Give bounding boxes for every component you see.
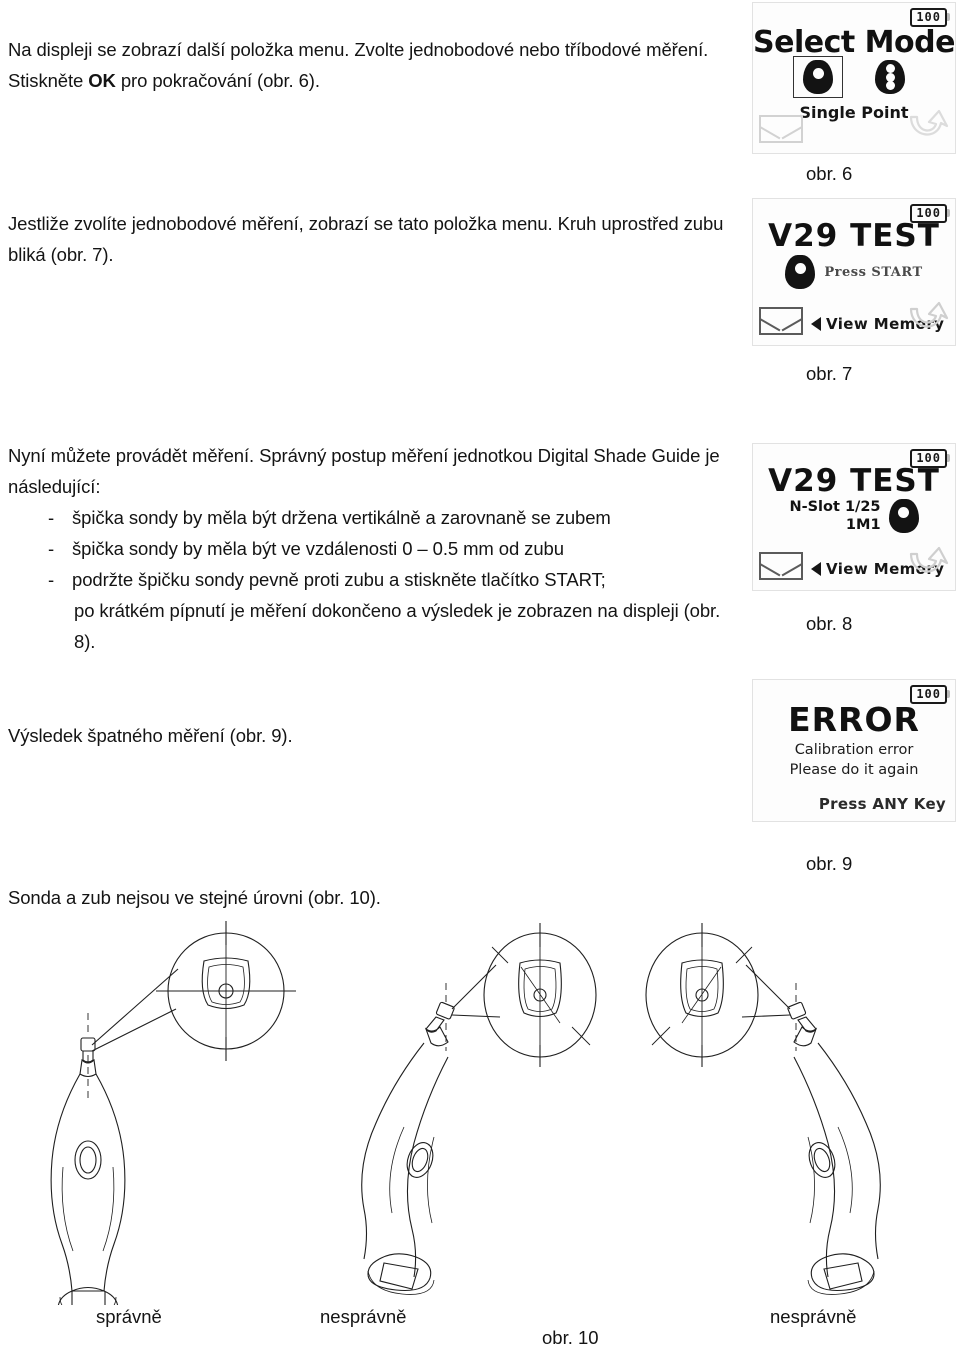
figure-7-lcd-screen: 100 V29 TEST Press START View Memory <box>752 198 956 346</box>
paragraph-2: Jestliže zvolíte jednobodové měření, zob… <box>8 213 724 265</box>
lcd-title: V29 TEST <box>768 218 940 254</box>
lcd-title: ERROR <box>788 700 920 739</box>
error-message-line-1: Calibration error <box>794 742 914 758</box>
figure-9-caption: obr. 9 <box>806 853 853 874</box>
slot-line-1: N-Slot 1/25 <box>789 499 881 515</box>
probe-drawing-correct <box>50 921 296 1305</box>
paragraph-1-text-b: pro pokračování (obr. 6). <box>115 70 320 91</box>
error-message-line-2: Please do it again <box>789 762 919 778</box>
lcd-title: Select Mode <box>753 25 955 60</box>
three-point-option <box>865 56 915 98</box>
list-item: - špička sondy by měla být ve vzdálenost… <box>8 533 724 564</box>
tooth-hole <box>898 507 910 518</box>
list-item-line-1: špička sondy by měla být ve vzdálenosti … <box>72 538 564 559</box>
tooth-hole <box>794 263 806 274</box>
measurement-steps-list: - špička sondy by měla být držena vertik… <box>8 502 724 657</box>
tooth-hole <box>812 68 824 79</box>
list-item-line-1: podržte špičku sondy pevně proti zubu a … <box>72 569 606 590</box>
paragraph-3: Nyní můžete provádět měření. Správný pos… <box>8 440 724 657</box>
envelope-icon <box>759 115 803 143</box>
tooth-hole <box>885 64 895 73</box>
figure-10-caption: obr. 10 <box>542 1327 599 1348</box>
lcd-footer: View Memory <box>759 301 951 339</box>
figure-10-label-incorrect-2: nesprávně <box>770 1306 857 1327</box>
figure-7-caption: obr. 7 <box>806 363 853 384</box>
return-arrow-icon <box>909 546 949 573</box>
press-any-key-label: Press ANY Key <box>818 795 946 813</box>
paragraph-1-bold-ok: OK <box>88 70 116 91</box>
list-item-line-1: špička sondy by měla být držena vertikál… <box>72 507 611 528</box>
lcd-title: V29 TEST <box>768 463 940 499</box>
figure-8-lcd-screen: 100 V29 TEST N-Slot 1/25 1M1 View Memory <box>752 443 956 591</box>
slot-line-2: 1M1 <box>845 517 881 533</box>
mode-selection-row <box>753 56 955 98</box>
probe-drawing-incorrect-1 <box>361 923 597 1295</box>
bullet-dash: - <box>48 507 55 528</box>
triangle-left-icon <box>811 317 821 331</box>
figure-10-probe-illustrations <box>50 921 881 1305</box>
triangle-left-icon <box>811 562 821 576</box>
press-start-row: Press START <box>753 255 955 289</box>
single-point-tooth-icon <box>785 255 816 289</box>
probe-drawing-incorrect-2 <box>645 923 881 1295</box>
list-item: - podržte špičku sondy pevně proti zubu … <box>8 564 724 657</box>
three-point-tooth-icon <box>875 60 905 94</box>
slot-text: N-Slot 1/25 1M1 <box>789 498 880 534</box>
tooth-hole <box>885 81 895 90</box>
paragraph-4: Výsledek špatného měření (obr. 9). <box>8 725 293 746</box>
single-point-option <box>793 56 843 98</box>
list-item: - špička sondy by měla být držena vertik… <box>8 502 724 533</box>
bullet-dash: - <box>48 569 55 590</box>
bullet-dash: - <box>48 538 55 559</box>
paragraph-1: Na displeji se zobrazí další položka men… <box>8 34 724 96</box>
figure-10-label-correct: správně <box>96 1306 162 1327</box>
single-point-tooth-icon <box>803 60 833 94</box>
manual-page: Na displeji se zobrazí další položka men… <box>0 0 960 1356</box>
figure-9-lcd-screen: 100 ERROR Calibration error Please do it… <box>752 679 956 822</box>
return-arrow-icon <box>909 109 949 136</box>
envelope-icon <box>759 552 803 580</box>
figure-10-label-incorrect-1: nesprávně <box>320 1306 407 1327</box>
figure-6-caption: obr. 6 <box>806 163 853 184</box>
error-message: Calibration error Please do it again <box>753 740 955 780</box>
single-point-tooth-icon <box>888 499 919 533</box>
figure-6-lcd-screen: 100 Select Mode Single Point <box>752 2 956 154</box>
press-start-label: Press START <box>824 264 923 280</box>
envelope-icon <box>759 307 803 335</box>
return-arrow-icon <box>909 301 949 328</box>
list-item-line-2: po krátkém pípnutí je měření dokončeno a… <box>74 600 721 652</box>
figure-8-caption: obr. 8 <box>806 613 853 634</box>
slot-info-row: N-Slot 1/25 1M1 <box>763 498 945 534</box>
lcd-footer <box>759 109 951 147</box>
paragraph-3-intro: Nyní můžete provádět měření. Správný pos… <box>8 445 720 497</box>
lcd-footer: View Memory <box>759 546 951 584</box>
